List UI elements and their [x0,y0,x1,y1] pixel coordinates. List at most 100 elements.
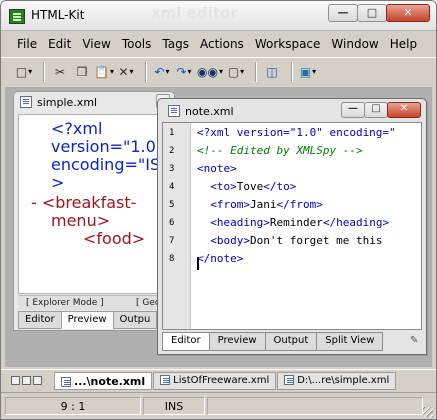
redo-icon[interactable]: ↷ [175,63,193,81]
menu-tools[interactable]: Tools [122,37,152,51]
simple-xml-window[interactable]: simple.xml <?xml version="1.0" encoding=… [13,91,175,331]
note-maximize-button[interactable]: □ [364,102,388,118]
delete-icon[interactable]: ✕ [117,63,135,81]
monitor-icon[interactable]: ▣ [299,63,317,81]
tab-output[interactable]: Outpu [112,311,158,329]
line-number: 7 [169,236,175,246]
undo-icon[interactable]: ↶ [153,63,171,81]
main-toolbar: □ ✂ ❐ 📋 ✕ ↶ ↷ ◉◉ ▢ ◫ ▣ [1,57,436,85]
line-number: 6 [169,218,175,228]
preview-line: encoding="ISO [51,155,170,174]
note-minimize-button[interactable]: — [341,102,365,118]
title-bar: HTML-Kit xml editor — □ ✕ [1,1,436,31]
menu-view[interactable]: View [82,37,110,51]
xml-preview-pane[interactable]: <?xml version="1.0" encoding="ISO > - <b… [18,114,170,294]
xml-file-icon [20,96,32,108]
tab-editor[interactable]: Editor [18,311,62,329]
menu-help[interactable]: Help [390,37,417,51]
menu-workspace[interactable]: Workspace [255,37,321,51]
code-tag: </to> [263,180,297,193]
menu-file[interactable]: File [17,37,37,51]
find-icon[interactable]: ◉◉ [197,63,223,81]
toolbar-separator [291,61,293,82]
cut-icon[interactable]: ✂ [51,63,69,81]
maximize-button[interactable]: □ [357,4,387,22]
tab-output[interactable]: Output [264,332,318,351]
line-number: 5 [169,200,175,210]
tab-preview[interactable]: Preview [60,311,114,329]
preview-status-strip: [ Explorer Mode ] [ Geck [18,295,170,310]
text-caret [197,257,199,270]
select-icon[interactable]: □ [15,63,33,81]
close-button[interactable]: ✕ [386,4,430,22]
code-line: <?xml version="1.0" encoding=" [197,126,396,139]
new-document-icon[interactable]: ▢ [227,63,245,81]
code-editor[interactable]: 1 2 3 4 5 6 7 8 <?xml version="1.0" enco… [162,122,422,330]
preview-line: <food> [83,229,146,248]
line-number: 3 [169,164,175,174]
file-tabs-bar: ...\note.xml ListOfFreeware.xml D:\...re… [1,369,436,391]
file-tab-note[interactable]: ...\note.xml [54,371,153,390]
copy-icon[interactable]: ❐ [73,63,91,81]
menu-window[interactable]: Window [331,37,378,51]
line-number: 4 [169,182,175,192]
line-number: 8 [169,254,175,264]
preview-line: > [51,173,65,192]
note-close-button[interactable]: ✕ [387,102,421,118]
tab-preview[interactable]: Preview [208,332,266,351]
line-number-gutter: 1 2 3 4 5 6 7 8 [163,123,191,329]
window-layout-icon[interactable]: ◫ [263,63,281,81]
minimize-button[interactable]: — [328,4,358,22]
note-xml-window[interactable]: note.xml — □ ✕ 1 2 3 4 5 6 7 8 <?xml ver… [157,98,427,355]
file-tab-label: ...\note.xml [74,374,146,388]
code-tag: <to> [197,180,237,193]
file-tab-label: D:\...re\simple.xml [297,374,390,386]
tab-options-icon[interactable]: ✎ [410,335,424,348]
resize-grip-icon[interactable] [423,407,433,417]
cascade-icon[interactable] [22,376,31,385]
tile-icon[interactable] [11,376,20,385]
close-icon: ✕ [403,6,413,19]
code-tag: </from> [276,198,323,211]
preview-line: menu> [51,211,111,230]
preview-line: version="1.0" [51,137,164,156]
code-text: Tove [236,180,264,193]
file-tab-label: ListOfFreeware.xml [173,374,270,386]
simple-xml-title-text: simple.xml [37,96,98,109]
code-line: <!-- Edited by XMLSpy --> [197,144,363,157]
tab-split-view[interactable]: Split View [316,332,384,351]
maximize-icon: □ [366,6,378,19]
paste-icon[interactable]: 📋 [94,63,113,81]
ghost-title: xml editor [151,4,238,22]
minimize-icon: — [337,6,349,19]
code-line: <body>Don't forget me this [197,234,382,247]
menu-edit[interactable]: Edit [48,37,71,51]
preview-collapse-line[interactable]: - <breakfast- [31,193,136,212]
mdi-client-area: simple.xml <?xml version="1.0" encoding=… [5,87,432,367]
simple-xml-title: simple.xml [20,96,97,109]
menu-actions[interactable]: Actions [200,37,244,51]
toolbar-separator [145,61,147,82]
note-xml-title-text: note.xml [185,105,234,118]
code-text: Reminder [269,216,323,229]
toolbar-separator [255,61,257,82]
xml-file-icon [168,105,180,117]
tab-editor[interactable]: Editor [162,332,210,351]
app-title: HTML-Kit [31,8,85,22]
explorer-mode-label: [ Explorer Mode ] [26,298,104,308]
line-number: 1 [169,128,175,138]
code-tag: <from> [197,198,250,211]
close-all-icon[interactable] [33,376,42,385]
menu-tags[interactable]: Tags [162,37,189,51]
file-tab-simple[interactable]: D:\...re\simple.xml [277,371,397,390]
code-line: <to>Tove</to> [197,180,296,193]
preview-line: <?xml [51,119,103,138]
file-tab-controls [11,376,44,385]
xml-file-icon [160,374,171,385]
file-tab-listoffreeware[interactable]: ListOfFreeware.xml [153,371,277,390]
note-xml-tabs: Editor Preview Output Split View [162,332,420,351]
code-tag: <body> [197,234,250,247]
simple-xml-tabs: Editor Preview Outpu [18,311,170,329]
xml-file-icon [61,376,71,387]
note-window-controls: — □ ✕ [341,102,421,118]
